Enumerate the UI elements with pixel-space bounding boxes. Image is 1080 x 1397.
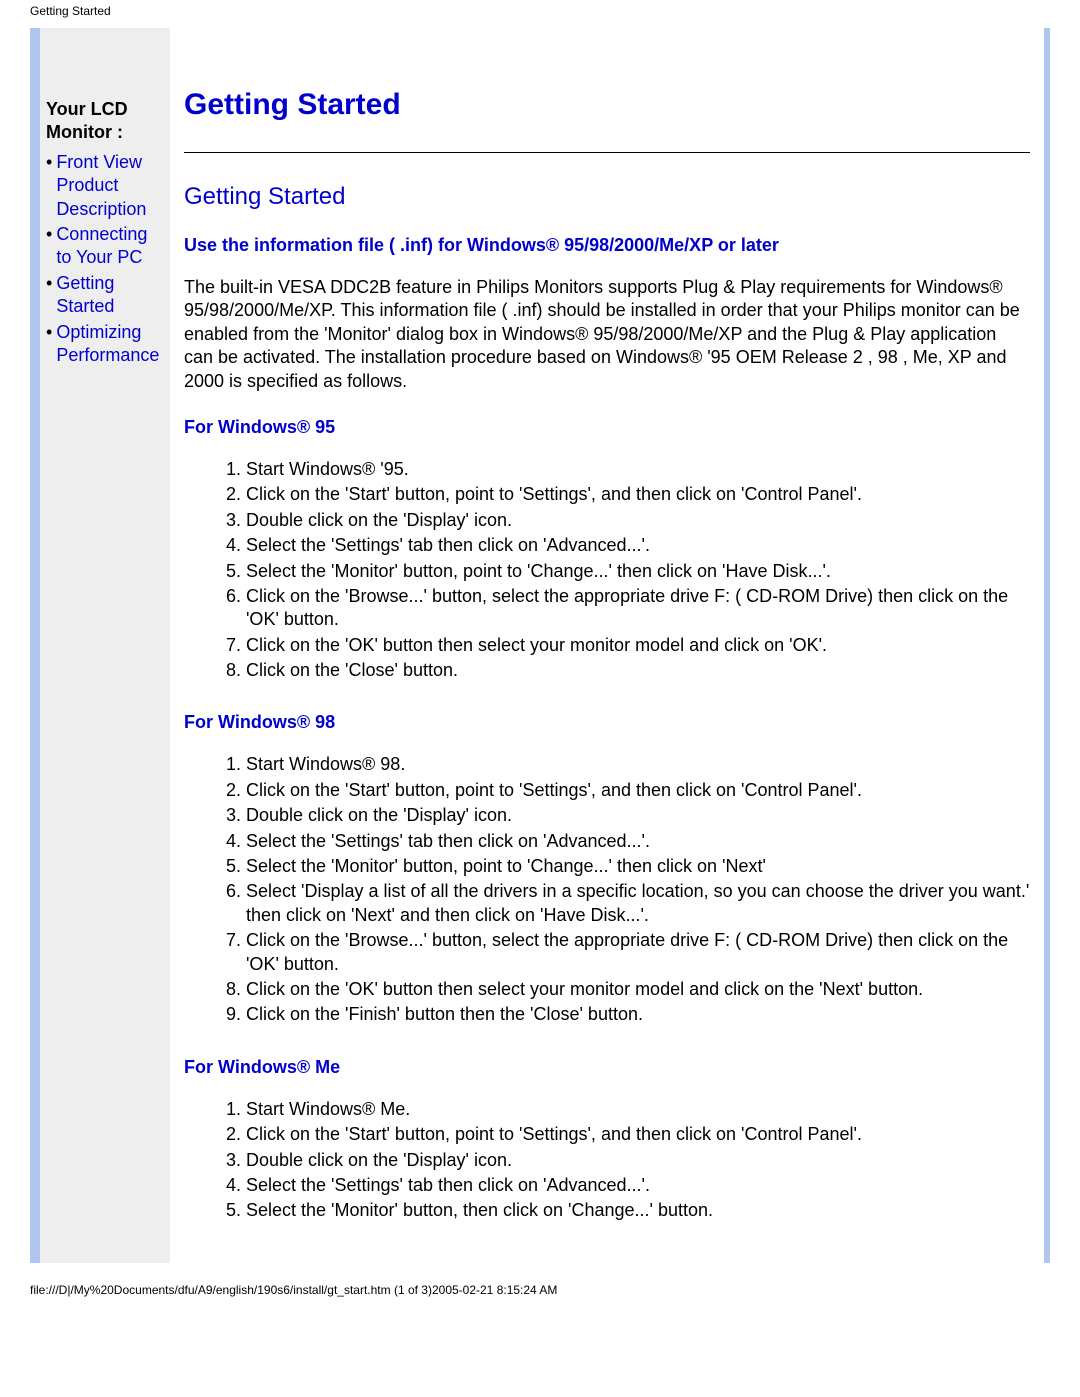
list-item: Select the 'Monitor' button, point to 'C…	[246, 560, 1030, 583]
list-item: Double click on the 'Display' icon.	[246, 804, 1030, 827]
sidebar: Your LCD Monitor : • Front View Product …	[40, 28, 170, 1263]
list-item: Double click on the 'Display' icon.	[246, 1149, 1030, 1172]
sidebar-item-connecting: • Connecting to Your PC	[46, 223, 164, 270]
link-optimizing[interactable]: Optimizing Performance	[56, 321, 164, 368]
bullet-icon: •	[46, 272, 52, 295]
sidebar-item-getting-started: • Getting Started	[46, 272, 164, 319]
list-item: Start Windows® '95.	[246, 458, 1030, 481]
list-item: Select the 'Monitor' button, point to 'C…	[246, 855, 1030, 878]
list-item: Start Windows® Me.	[246, 1098, 1030, 1121]
win98-heading: For Windows® 98	[184, 712, 1030, 733]
inf-heading: Use the information file ( .inf) for Win…	[184, 235, 1030, 256]
intro-paragraph: The built-in VESA DDC2B feature in Phili…	[184, 276, 1030, 393]
win98-steps: Start Windows® 98. Click on the 'Start' …	[184, 753, 1030, 1026]
list-item: Click on the 'Close' button.	[246, 659, 1030, 682]
list-item: Click on the 'OK' button then select you…	[246, 634, 1030, 657]
list-item: Click on the 'Browse...' button, select …	[246, 929, 1030, 976]
left-border-band	[30, 28, 40, 1263]
bullet-icon: •	[46, 223, 52, 246]
section-subtitle: Getting Started	[184, 183, 1030, 211]
list-item: Click on the 'Finish' button then the 'C…	[246, 1003, 1030, 1026]
list-item: Select 'Display a list of all the driver…	[246, 880, 1030, 927]
sidebar-nav-list: • Front View Product Description • Conne…	[46, 151, 164, 368]
sidebar-title: Your LCD Monitor :	[46, 98, 164, 145]
list-item: Select the 'Settings' tab then click on …	[246, 830, 1030, 853]
main-content: Getting Started Getting Started Use the …	[170, 28, 1050, 1263]
list-item: Select the 'Settings' tab then click on …	[246, 1174, 1030, 1197]
link-getting-started[interactable]: Getting Started	[56, 272, 164, 319]
win95-heading: For Windows® 95	[184, 417, 1030, 438]
link-front-view[interactable]: Front View Product Description	[56, 151, 164, 221]
list-item: Start Windows® 98.	[246, 753, 1030, 776]
sidebar-item-optimizing: • Optimizing Performance	[46, 321, 164, 368]
page-title: Getting Started	[184, 88, 1030, 122]
sidebar-item-front-view: • Front View Product Description	[46, 151, 164, 221]
win95-steps: Start Windows® '95. Click on the 'Start'…	[184, 458, 1030, 683]
link-connecting[interactable]: Connecting to Your PC	[56, 223, 164, 270]
content-frame: Your LCD Monitor : • Front View Product …	[30, 28, 1050, 1263]
list-item: Click on the 'Browse...' button, select …	[246, 585, 1030, 632]
list-item: Select the 'Settings' tab then click on …	[246, 534, 1030, 557]
list-item: Double click on the 'Display' icon.	[246, 509, 1030, 532]
list-item: Click on the 'Start' button, point to 'S…	[246, 779, 1030, 802]
bullet-icon: •	[46, 321, 52, 344]
page-footer: file:///D|/My%20Documents/dfu/A9/english…	[0, 1263, 1080, 1307]
bullet-icon: •	[46, 151, 52, 174]
list-item: Click on the 'OK' button then select you…	[246, 978, 1030, 1001]
list-item: Select the 'Monitor' button, then click …	[246, 1199, 1030, 1222]
winme-heading: For Windows® Me	[184, 1057, 1030, 1078]
page-header: Getting Started	[0, 0, 1080, 18]
divider	[184, 152, 1030, 153]
winme-steps: Start Windows® Me. Click on the 'Start' …	[184, 1098, 1030, 1223]
list-item: Click on the 'Start' button, point to 'S…	[246, 1123, 1030, 1146]
list-item: Click on the 'Start' button, point to 'S…	[246, 483, 1030, 506]
